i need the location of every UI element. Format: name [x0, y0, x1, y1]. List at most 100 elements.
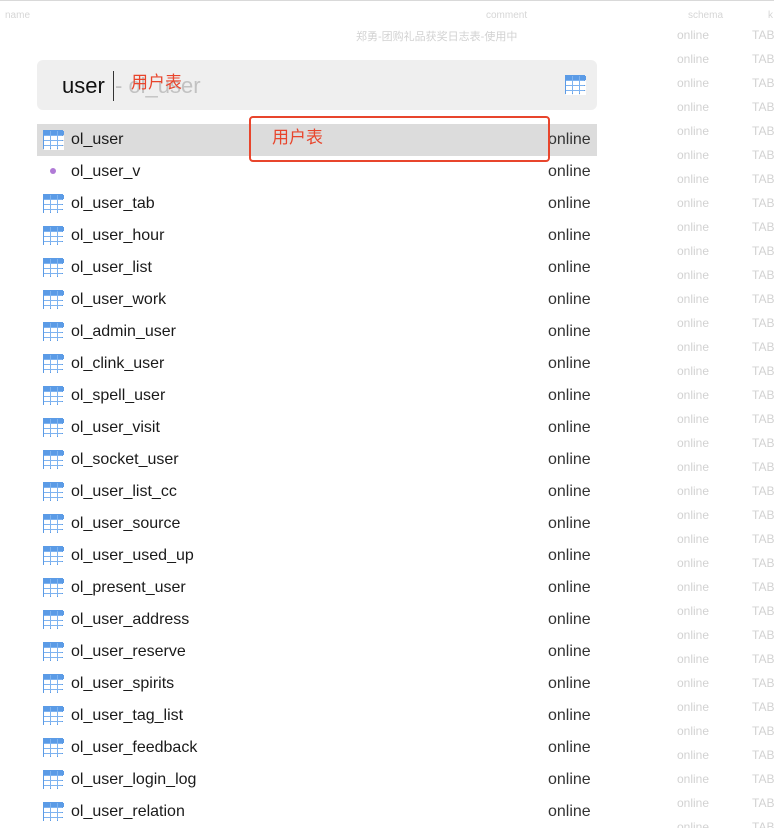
- cell-schema: online: [677, 148, 710, 162]
- table-row[interactable]: 郑勇-团购礼品获奖日志表-使用中 online TABL: [0, 24, 774, 48]
- result-item-ol-present-user[interactable]: ol_present_user online: [37, 572, 597, 604]
- cell-schema: online: [677, 604, 710, 618]
- result-item-schema: online: [548, 355, 591, 372]
- result-item-schema: online: [548, 387, 591, 404]
- table-icon: [43, 418, 64, 438]
- result-item-ol-user-reserve[interactable]: ol_user_reserve online: [37, 636, 597, 668]
- result-item-ol-user-list[interactable]: ol_user_list online: [37, 252, 597, 284]
- cell-schema: online: [677, 196, 710, 210]
- result-item-ol-clink-user[interactable]: ol_clink_user online: [37, 348, 597, 380]
- cell-schema: online: [677, 100, 710, 114]
- result-item-name: ol_user_hour: [71, 227, 165, 244]
- result-item-schema: online: [548, 707, 591, 724]
- view-icon: [43, 162, 63, 182]
- result-item-ol-user-address[interactable]: ol_user_address online: [37, 604, 597, 636]
- search-input[interactable]: user - ol_user 用户表: [37, 60, 597, 110]
- cell-schema: online: [677, 340, 710, 354]
- result-item-ol-user-tab[interactable]: ol_user_tab online: [37, 188, 597, 220]
- cell-k: TABL: [752, 100, 774, 114]
- result-item-schema: online: [548, 579, 591, 596]
- cell-k: TABL: [752, 796, 774, 810]
- cell-schema: online: [677, 460, 710, 474]
- search-query-text[interactable]: user: [62, 73, 105, 99]
- cell-k: TABL: [752, 676, 774, 690]
- result-item-ol-user-tag-list[interactable]: ol_user_tag_list online: [37, 700, 597, 732]
- result-item-name: ol_socket_user: [71, 451, 179, 468]
- result-item-name: ol_user_tab: [71, 195, 155, 212]
- table-icon: [43, 770, 64, 790]
- table-icon: [43, 258, 64, 278]
- cell-schema: online: [677, 76, 710, 90]
- result-item-ol-user-visit[interactable]: ol_user_visit online: [37, 412, 597, 444]
- cell-k: TABL: [752, 772, 774, 786]
- result-item-ol-socket-user[interactable]: ol_socket_user online: [37, 444, 597, 476]
- annotation-label: 用户表: [272, 128, 323, 147]
- result-item-schema: online: [548, 227, 591, 244]
- table-icon: [43, 610, 64, 630]
- text-caret: [113, 71, 114, 101]
- result-item-schema: online: [548, 451, 591, 468]
- cell-k: TABL: [752, 124, 774, 138]
- result-item-ol-user-feedback[interactable]: ol_user_feedback online: [37, 732, 597, 764]
- result-item-schema: online: [548, 291, 591, 308]
- table-icon: [43, 322, 64, 342]
- cell-comment: 郑勇-团购礼品获奖日志表-使用中: [356, 31, 518, 43]
- column-header-k[interactable]: k: [768, 10, 773, 22]
- result-item-ol-spell-user[interactable]: ol_spell_user online: [37, 380, 597, 412]
- column-header-name[interactable]: name: [5, 10, 30, 22]
- result-item-ol-user-relation[interactable]: ol_user_relation online: [37, 796, 597, 828]
- cell-schema: online: [677, 220, 710, 234]
- cell-k: TABL: [752, 412, 774, 426]
- table-icon: [43, 130, 64, 150]
- cell-k: TABL: [752, 220, 774, 234]
- result-item-name: ol_user_source: [71, 515, 181, 532]
- cell-k: TABL: [752, 556, 774, 570]
- cell-k: TABL: [752, 580, 774, 594]
- result-item-ol-user-used-up[interactable]: ol_user_used_up online: [37, 540, 597, 572]
- cell-schema: online: [677, 52, 710, 66]
- result-item-schema: online: [548, 739, 591, 756]
- cell-k: TABL: [752, 76, 774, 90]
- result-item-schema: online: [548, 259, 591, 276]
- cell-schema: online: [677, 244, 710, 258]
- result-item-ol-user-source[interactable]: ol_user_source online: [37, 508, 597, 540]
- cell-k: TABL: [752, 508, 774, 522]
- cell-k: TABL: [752, 292, 774, 306]
- result-item-schema: online: [548, 771, 591, 788]
- table-icon: [43, 642, 64, 662]
- result-item-ol-user-list-cc[interactable]: ol_user_list_cc online: [37, 476, 597, 508]
- result-item-name: ol_user_feedback: [71, 739, 198, 756]
- cell-schema: online: [677, 676, 710, 690]
- result-item-ol-admin-user[interactable]: ol_admin_user online: [37, 316, 597, 348]
- result-item-ol-user-spirits[interactable]: ol_user_spirits online: [37, 668, 597, 700]
- cell-schema: online: [677, 292, 710, 306]
- cell-k: TABL: [752, 532, 774, 546]
- cell-k: TABL: [752, 364, 774, 378]
- cell-schema: online: [677, 436, 710, 450]
- column-header-comment[interactable]: comment: [486, 10, 527, 22]
- cell-schema: online: [677, 172, 710, 186]
- cell-schema: online: [677, 124, 710, 138]
- cell-schema: online: [677, 364, 710, 378]
- table-icon: [43, 194, 64, 214]
- annotation-box: 用户表: [249, 116, 550, 162]
- cell-k: TABL: [752, 436, 774, 450]
- result-item-ol-user-login-log[interactable]: ol_user_login_log online: [37, 764, 597, 796]
- cell-schema: online: [677, 652, 710, 666]
- cell-k: TABL: [752, 628, 774, 642]
- table-icon: [43, 226, 64, 246]
- result-item-schema: online: [548, 547, 591, 564]
- cell-k: TABL: [752, 340, 774, 354]
- result-item-ol-user-hour[interactable]: ol_user_hour online: [37, 220, 597, 252]
- result-item-schema: online: [548, 803, 591, 820]
- cell-schema: online: [677, 556, 710, 570]
- result-item-schema: online: [548, 163, 591, 180]
- cell-k: TABL: [752, 268, 774, 282]
- cell-k: TABL: [752, 244, 774, 258]
- column-header-schema[interactable]: schema: [688, 10, 723, 22]
- result-item-name: ol_user_tag_list: [71, 707, 184, 724]
- table-icon: [43, 738, 64, 758]
- result-item-schema: online: [548, 611, 591, 628]
- result-item-ol-user-work[interactable]: ol_user_work online: [37, 284, 597, 316]
- result-item-schema: online: [548, 131, 591, 148]
